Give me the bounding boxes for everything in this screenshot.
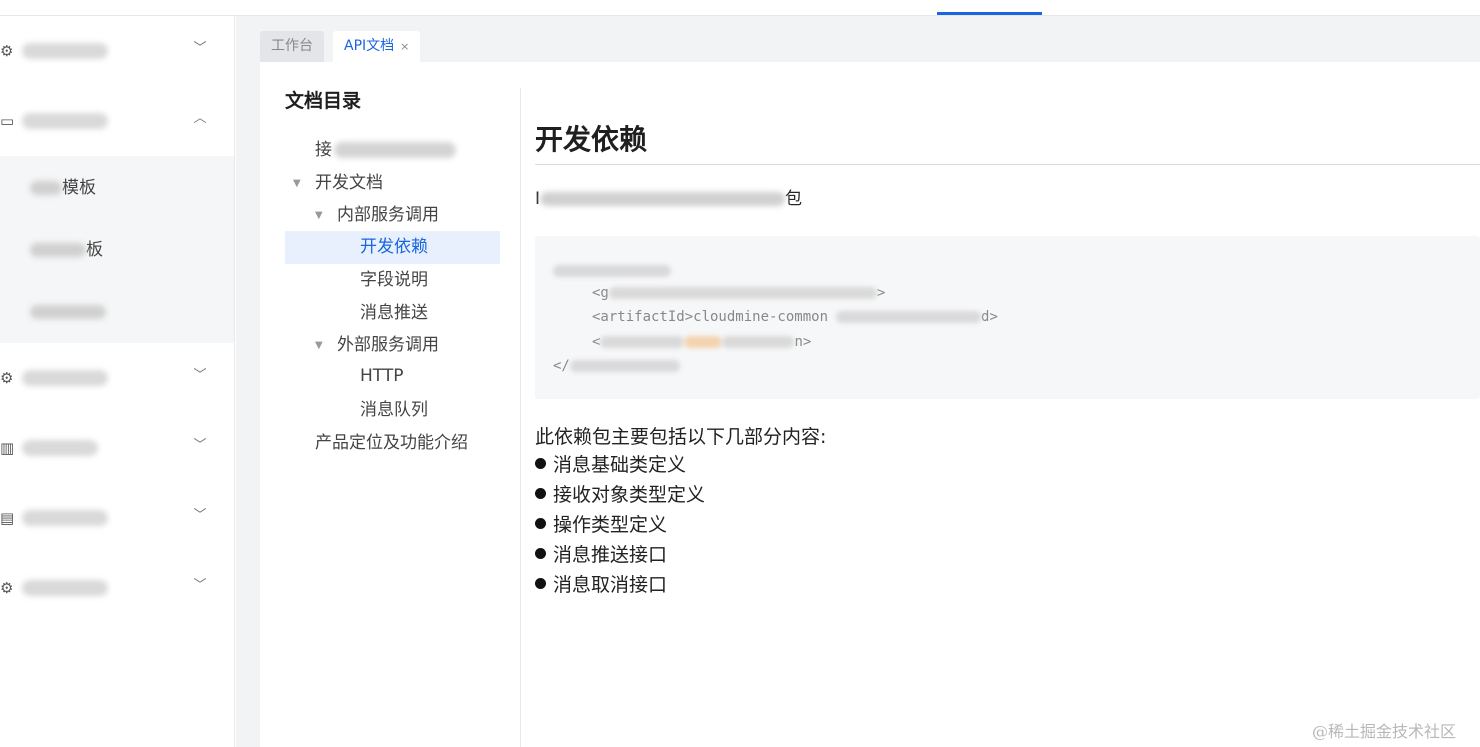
toc-item[interactable]: 字段说明 xyxy=(360,264,428,297)
sidebar-menu-6[interactable]: ⚙ ﹀ xyxy=(0,553,234,623)
tab-bar: 工作台 API文档 × xyxy=(236,16,1480,62)
toc-divider xyxy=(520,88,521,747)
caret-down-icon[interactable]: ▼ xyxy=(293,167,301,200)
main-content: 文档目录 接 ▼ 开发文档 ▼ 内部服务调用 开发依赖 字段说明 消息推送 ▼ … xyxy=(236,62,1480,747)
code-block: <g > <artifactId>cloudmine-common d> < n> <… xyxy=(535,236,1480,399)
toc-item[interactable]: ▼ 开发文档 xyxy=(293,167,383,200)
chevron-down-icon[interactable]: ﹀ xyxy=(190,366,210,386)
toc-item-selected[interactable]: 开发依赖 xyxy=(285,231,500,264)
monitor-icon: ▭ xyxy=(0,112,15,130)
toc-item[interactable]: HTTP xyxy=(360,360,404,393)
redacted-label xyxy=(22,510,108,526)
list-item: 消息推送接口 xyxy=(535,540,705,570)
toc-item[interactable]: 产品定位及功能介绍 xyxy=(315,427,468,460)
list-item: 消息取消接口 xyxy=(535,570,705,600)
sidebar-subitem-3[interactable] xyxy=(30,300,106,324)
page-title: 开发依赖 xyxy=(535,123,648,156)
sidebar-subitem-1[interactable]: 模板 xyxy=(30,176,96,200)
gear-icon: ⚙ xyxy=(0,369,14,387)
redacted-label xyxy=(22,43,108,59)
code-line: <g > xyxy=(592,285,886,301)
list-item: 接收对象类型定义 xyxy=(535,480,705,510)
list-item: 消息基础类定义 xyxy=(535,450,705,480)
sidebar-subitem-2[interactable]: 板 xyxy=(30,238,103,262)
document-icon: ▤ xyxy=(0,509,15,527)
sidebar-submenu: 模板 板 xyxy=(0,156,234,343)
chevron-up-icon[interactable]: ︿ xyxy=(190,109,210,129)
toc-item[interactable]: 消息队列 xyxy=(360,394,428,427)
title-divider xyxy=(535,164,1480,165)
tab-workbench[interactable]: 工作台 xyxy=(260,31,324,62)
toc-item[interactable]: ▼ 外部服务调用 xyxy=(315,329,439,362)
bullet-icon xyxy=(535,548,546,559)
code-line xyxy=(553,262,671,280)
close-icon[interactable]: × xyxy=(400,40,409,53)
bullet-icon xyxy=(535,488,546,499)
sidebar-menu-4[interactable]: ▥ ﹀ xyxy=(0,413,234,483)
caret-down-icon[interactable]: ▼ xyxy=(315,329,323,362)
code-line: </ xyxy=(553,357,680,375)
sidebar-menu-3[interactable]: ⚙ ﹀ xyxy=(0,343,234,413)
code-line: <artifactId>cloudmine-common d> xyxy=(592,309,998,325)
redacted-label xyxy=(22,370,108,386)
doc-lead-text: 此依赖包主要包括以下几部分内容: xyxy=(535,426,827,448)
redacted-label xyxy=(22,113,108,129)
redacted-label xyxy=(22,440,98,456)
list-item: 操作类型定义 xyxy=(535,510,705,540)
top-header xyxy=(0,0,1480,16)
chevron-down-icon[interactable]: ﹀ xyxy=(190,506,210,526)
toc-item[interactable]: 接 xyxy=(315,134,456,167)
code-line: < n> xyxy=(592,334,812,350)
bullet-icon xyxy=(535,578,546,589)
bullet-icon xyxy=(535,518,546,529)
toc-title: 文档目录 xyxy=(285,90,362,112)
redacted-label xyxy=(22,580,108,596)
chevron-down-icon[interactable]: ﹀ xyxy=(190,576,210,596)
sidebar: ⚙ ﹀ ▭ ︿ 模板 板 ⚙ ﹀ ▥ ﹀ ▤ ﹀ ⚙ ﹀ xyxy=(0,16,235,747)
doc-panel: 文档目录 接 ▼ 开发文档 ▼ 内部服务调用 开发依赖 字段说明 消息推送 ▼ … xyxy=(260,62,1480,747)
bar-chart-icon: ▥ xyxy=(0,439,15,457)
sidebar-menu-2[interactable]: ▭ ︿ xyxy=(0,86,234,156)
bullet-list: 消息基础类定义 接收对象类型定义 操作类型定义 消息推送接口 消息取消接口 xyxy=(535,450,705,600)
gear-icon: ⚙ xyxy=(0,42,14,60)
caret-down-icon[interactable]: ▼ xyxy=(315,199,323,232)
chevron-down-icon[interactable]: ﹀ xyxy=(190,39,210,59)
chevron-down-icon[interactable]: ﹀ xyxy=(190,436,210,456)
toc-item[interactable]: 消息推送 xyxy=(360,297,428,330)
sidebar-menu-1[interactable]: ⚙ ﹀ xyxy=(0,16,234,86)
toc-item[interactable]: ▼ 内部服务调用 xyxy=(315,199,439,232)
watermark: @稀土掘金技术社区 xyxy=(1312,722,1457,741)
bullet-icon xyxy=(535,458,546,469)
active-nav-indicator xyxy=(937,12,1042,15)
doc-intro: I包 xyxy=(535,189,803,209)
tab-api-docs[interactable]: API文档 × xyxy=(333,31,421,62)
gear-icon: ⚙ xyxy=(0,579,14,597)
sidebar-menu-5[interactable]: ▤ ﹀ xyxy=(0,483,234,553)
